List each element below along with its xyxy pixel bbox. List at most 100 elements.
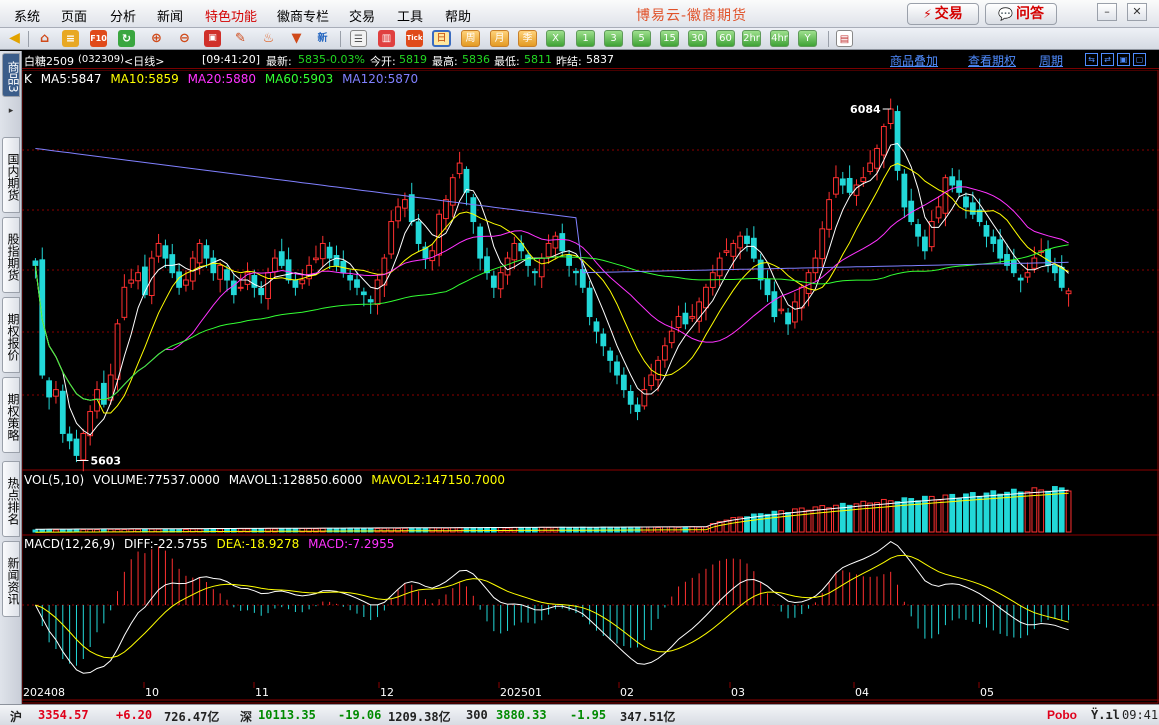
volume-bar <box>764 513 771 533</box>
candle-body <box>347 275 354 281</box>
candle-body <box>402 199 408 209</box>
menu-analysis[interactable]: 分析 <box>110 6 136 25</box>
period-button[interactable]: 1 <box>576 30 595 47</box>
candle-body <box>511 242 518 261</box>
ask-button[interactable]: 💬 问答 <box>985 3 1057 25</box>
minimize-button[interactable]: – <box>1097 3 1117 21</box>
status-bar: 沪 3354.57 +6.20 726.47亿 深 10113.35 -19.0… <box>0 704 1159 725</box>
candle-body <box>614 361 620 376</box>
candle-body <box>66 433 73 442</box>
volume-bar <box>949 493 956 533</box>
minimize-icon: – <box>1104 5 1110 18</box>
tick-icon[interactable]: Tick <box>406 30 423 47</box>
candle-body <box>449 177 456 206</box>
f10-icon[interactable]: F10 <box>90 30 107 47</box>
candle-body <box>545 242 552 258</box>
filter-icon[interactable]: ▼ <box>288 30 305 47</box>
new-icon[interactable]: 新 <box>314 30 331 47</box>
volume-bar <box>620 526 627 533</box>
period-button[interactable]: 2hr <box>742 30 761 47</box>
zoom-out-icon[interactable]: ⊖ <box>176 30 193 47</box>
left-tab[interactable]: 国内期货 <box>2 137 20 213</box>
kline-chart[interactable]: 6084 5603 202408 10 11 12 202501 02 03 04 05 <box>22 70 1159 704</box>
candle-body <box>573 270 579 274</box>
volume-bar <box>1010 488 1017 533</box>
ma120-legend: MA120:5870 <box>342 72 419 86</box>
candle-body <box>265 272 271 300</box>
x-axis-label: 202408 <box>23 686 65 699</box>
nav-left-icon[interactable]: ⇆ <box>1085 53 1098 66</box>
menu-system[interactable]: 系统 <box>14 6 40 25</box>
restore-icon[interactable]: ▢ <box>1133 53 1146 66</box>
period-button[interactable]: 3 <box>604 30 623 47</box>
left-tab[interactable]: 热点排名 <box>2 461 20 537</box>
volume-bar <box>402 527 408 533</box>
panel-icon[interactable]: ▤ <box>836 30 853 47</box>
candle-body <box>162 245 169 259</box>
period-link[interactable]: 周期 <box>1039 52 1063 69</box>
period-button[interactable]: X <box>546 30 565 47</box>
candle-body <box>360 291 367 296</box>
stack-icon[interactable]: ≡ <box>62 30 79 47</box>
menu-news[interactable]: 新闻 <box>157 6 183 25</box>
period-button[interactable]: 15 <box>660 30 679 47</box>
menu-huishang-column[interactable]: 徽商专栏 <box>277 6 329 25</box>
period-button[interactable]: 日 <box>432 30 451 47</box>
period-button[interactable]: Y <box>798 30 817 47</box>
left-tab[interactable]: 股指期货 <box>2 217 20 293</box>
bell-icon[interactable]: ♨ <box>260 30 277 47</box>
dea-value: DEA:-18.9278 <box>216 537 300 551</box>
candle-body <box>128 279 135 284</box>
period-button[interactable]: 30 <box>688 30 707 47</box>
open-price: 5819 <box>399 53 427 66</box>
bar-chart-icon[interactable]: ▥ <box>378 30 395 47</box>
back-arrow-icon[interactable]: ◀ <box>6 30 23 47</box>
pobo-logo: Pobo <box>1047 708 1077 722</box>
table-icon[interactable]: ☰ <box>350 30 367 47</box>
min-price-label: 5603 <box>90 455 121 468</box>
left-tab[interactable]: 商品3 <box>2 53 20 97</box>
signal-icon: Ÿ.ıl <box>1091 708 1120 722</box>
main-legend: K MA5:5847 MA10:5859 MA20:5880 MA60:5903… <box>24 72 423 86</box>
menu-help[interactable]: 帮助 <box>445 6 471 25</box>
candle-body <box>94 389 100 412</box>
symbol-name: 白糖2509 <box>24 55 74 68</box>
period-button[interactable]: 周 <box>461 30 480 47</box>
menu-page[interactable]: 页面 <box>61 6 87 25</box>
period-button[interactable]: 4hr <box>770 30 789 47</box>
menu-trade[interactable]: 交易 <box>349 6 375 25</box>
pencil-icon[interactable]: ✎ <box>232 30 249 47</box>
ma5-legend: MA5:5847 <box>40 72 102 86</box>
period-button[interactable]: 60 <box>716 30 735 47</box>
candle-body <box>196 242 203 264</box>
period-button[interactable]: 5 <box>632 30 651 47</box>
period-button[interactable]: 季 <box>518 30 537 47</box>
menu-bar: 系统 页面 分析 新闻 特色功能 徽商专栏 交易 工具 帮助 博易云-徽商期货 … <box>0 0 1159 28</box>
candle-body <box>860 177 867 183</box>
window-icon[interactable]: ▣ <box>204 30 221 47</box>
left-tab[interactable]: 新闻资讯 <box>2 541 20 617</box>
close-button[interactable]: ✕ <box>1127 3 1147 21</box>
period-button[interactable]: 月 <box>490 30 509 47</box>
home-icon[interactable]: ⌂ <box>36 30 53 47</box>
left-tab[interactable]: 期权策略 <box>2 377 20 453</box>
volume-bar <box>456 527 463 533</box>
trade-button[interactable]: ⚡ 交易 <box>907 3 979 25</box>
nav-right-icon[interactable]: ⇄ <box>1101 53 1114 66</box>
candle-body <box>819 228 826 260</box>
c300-amount: 347.51亿 <box>620 710 676 724</box>
volume-value: VOLUME:77537.0000 <box>93 473 220 487</box>
overlay-commodity-link[interactable]: 商品叠加 <box>890 52 938 69</box>
menu-special-features[interactable]: 特色功能 <box>205 6 257 25</box>
menu-tools[interactable]: 工具 <box>397 6 423 25</box>
refresh-icon[interactable]: ↻ <box>118 30 135 47</box>
zoom-in-icon[interactable]: ⊕ <box>148 30 165 47</box>
left-tab[interactable]: 期权报价 <box>2 297 20 373</box>
expand-icon[interactable]: ▣ <box>1117 53 1130 66</box>
close-icon: ✕ <box>1132 5 1142 18</box>
x-axis-label: 02 <box>620 686 634 699</box>
tab-scroll-icon[interactable]: ▸ <box>3 101 19 121</box>
x-axis-label: 202501 <box>500 686 542 699</box>
view-options-link[interactable]: 查看期权 <box>968 52 1016 69</box>
candle-body <box>73 438 80 456</box>
